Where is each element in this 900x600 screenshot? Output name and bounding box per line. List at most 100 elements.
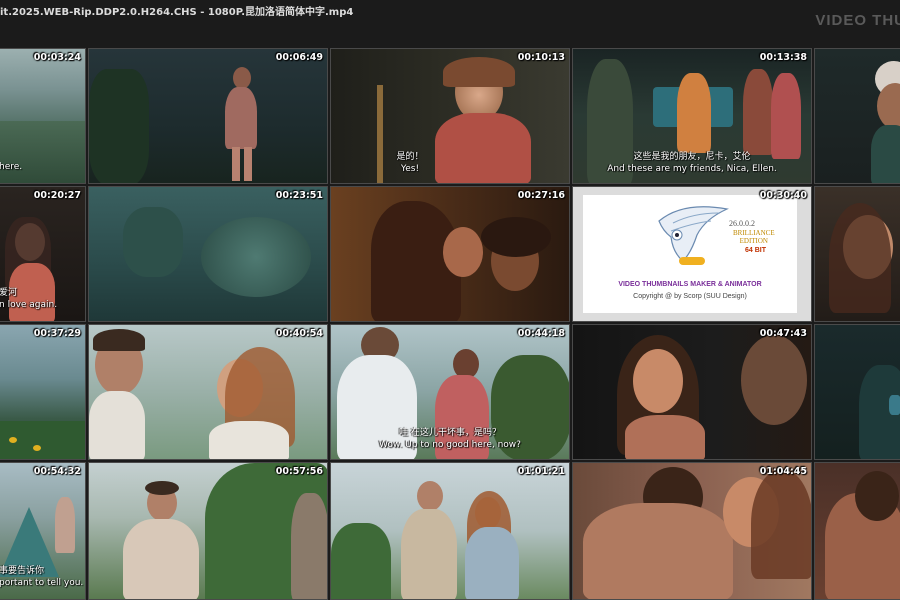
flower xyxy=(33,445,41,451)
face xyxy=(417,481,443,511)
timestamp: 00:40:54 xyxy=(275,328,323,339)
thumbnail-6[interactable]: 00:20:27 爱河 n love again. xyxy=(0,186,86,322)
subtitle: 是的！ Yes! xyxy=(331,151,569,175)
subtitle-line: And these are my friends, Nica, Ellen. xyxy=(607,164,777,174)
figure-side xyxy=(291,493,327,599)
thumbnail-9[interactable]: 26.0.0.2 BRILLIANCE EDITION 64 BIT VIDEO… xyxy=(572,186,812,322)
timestamp: 01:01:21 xyxy=(517,466,565,477)
figure-body xyxy=(225,87,257,149)
hair xyxy=(751,469,811,579)
app-title: VIDEO THUMBNAILS MAKER & ANIMATOR xyxy=(618,281,762,288)
figure-leg xyxy=(232,147,240,181)
app-edition: BRILLIANCE EDITION xyxy=(733,229,775,245)
timestamp: 00:27:16 xyxy=(517,190,565,201)
subtitle-line: portant to tell you. xyxy=(0,578,84,588)
timestamp: 00:47:43 xyxy=(759,328,807,339)
figure-right xyxy=(771,73,801,159)
figure-body xyxy=(625,415,705,459)
subtitle-line: 这些是我的朋友，尼卡，艾伦 xyxy=(633,152,751,162)
timestamp: 00:20:27 xyxy=(33,190,81,201)
figure-back xyxy=(583,503,733,599)
thumbnail-15[interactable] xyxy=(814,324,900,460)
subtitle: 这些是我的朋友，尼卡，艾伦 And these are my friends, … xyxy=(573,151,811,175)
hair xyxy=(855,471,899,521)
subtitle-line: 爱河 xyxy=(0,288,18,298)
subtitle: 爱河 n love again. xyxy=(0,287,85,311)
subtitle: here. xyxy=(0,161,85,173)
timestamp: 00:54:32 xyxy=(33,466,81,477)
app-copyright: Copyright @ by Scorp (SUU Design) xyxy=(633,293,747,300)
thumbnail-16[interactable]: 00:54:32 事要告诉你 portant to tell you. xyxy=(0,462,86,600)
app-version: 26.0.0.2 xyxy=(729,219,755,228)
flower xyxy=(9,437,17,443)
thumbnail-13[interactable]: 00:44:18 哇 在这儿干坏事，是吗？ Wow. Up to no good… xyxy=(330,324,570,460)
sheet-header: it.2025.WEB-Rip.DDP2.0.H264.CHS - 1080P.… xyxy=(0,0,900,46)
subtitle: 事要告诉你 portant to tell you. xyxy=(0,565,85,589)
timestamp: 00:06:49 xyxy=(275,52,323,63)
subtitle: 哇 在这儿干坏事，是吗？ Wow. Up to no good here, no… xyxy=(331,427,569,451)
timestamp: 00:10:13 xyxy=(517,52,565,63)
subtitle-line: Wow. Up to no good here, now? xyxy=(379,440,521,450)
thumbnail-18[interactable]: 01:01:21 xyxy=(330,462,570,600)
hillside xyxy=(0,121,85,183)
thumbnail-1[interactable]: 00:03:24 here. xyxy=(0,48,86,184)
hair xyxy=(829,203,891,313)
figure-body xyxy=(55,497,75,553)
owl-logo-icon xyxy=(658,206,729,265)
timestamp: 00:57:56 xyxy=(275,466,323,477)
thumbnail-3[interactable]: 00:10:13 是的！ Yes! xyxy=(330,48,570,184)
figure-shirt xyxy=(401,509,457,599)
figure-body xyxy=(871,125,900,183)
watermark-text: VIDEO THU xyxy=(815,12,900,29)
file-title: it.2025.WEB-Rip.DDP2.0.H264.CHS - 1080P.… xyxy=(0,7,354,18)
figure-dress xyxy=(465,527,519,599)
thumbnail-8[interactable]: 00:27:16 xyxy=(330,186,570,322)
timestamp: 00:37:29 xyxy=(33,328,81,339)
thumbnail-14[interactable]: 00:47:43 xyxy=(572,324,812,460)
subtitle-line: 是的！ xyxy=(396,152,424,162)
timestamp: 00:23:51 xyxy=(275,190,323,201)
timestamp: 00:44:18 xyxy=(517,328,565,339)
face xyxy=(741,335,807,425)
foliage xyxy=(89,69,149,183)
face xyxy=(201,217,311,297)
figure-leg xyxy=(244,147,252,181)
thumbnail-5[interactable] xyxy=(814,48,900,184)
hair xyxy=(93,329,145,351)
subtitle-line: n love again. xyxy=(0,300,58,310)
thumbnail-12[interactable]: 00:40:54 xyxy=(88,324,328,460)
figure-right xyxy=(743,69,773,155)
face xyxy=(443,227,483,277)
thumbnail-19[interactable]: 01:04:45 xyxy=(572,462,812,600)
thumbnail-2[interactable]: 00:06:49 xyxy=(88,48,328,184)
timestamp: 01:04:45 xyxy=(759,466,807,477)
subtitle-line: Yes! xyxy=(400,164,420,174)
shadow xyxy=(123,207,183,277)
app-bits: 64 BIT xyxy=(745,247,767,254)
hair xyxy=(481,217,551,257)
timestamp: 00:30:40 xyxy=(759,190,807,201)
face xyxy=(633,349,683,413)
face xyxy=(877,83,900,129)
detail xyxy=(889,395,900,415)
thumbnail-4[interactable]: 00:13:38 这些是我的朋友，尼卡，艾伦 And these are my … xyxy=(572,48,812,184)
app-logo-card: 26.0.0.2 BRILLIANCE EDITION 64 BIT VIDEO… xyxy=(583,195,797,313)
timestamp: 00:03:24 xyxy=(33,52,81,63)
timestamp: 00:13:38 xyxy=(759,52,807,63)
figure-body xyxy=(209,421,289,459)
subtitle-line: 哇 在这儿干坏事，是吗？ xyxy=(399,428,501,438)
thumbnail-17[interactable]: 00:57:56 xyxy=(88,462,328,600)
figure-center xyxy=(677,73,711,153)
hair xyxy=(145,481,179,495)
figure-shirt xyxy=(123,519,199,599)
thumbnail-20[interactable] xyxy=(814,462,900,600)
subtitle-line: here. xyxy=(0,162,23,172)
figure-head xyxy=(233,67,251,89)
figure-body xyxy=(89,391,145,459)
thumbnail-11[interactable]: 00:37:29 xyxy=(0,324,86,460)
thumbnail-10[interactable] xyxy=(814,186,900,322)
foliage xyxy=(331,523,391,599)
thumbnail-7[interactable]: 00:23:51 xyxy=(88,186,328,322)
subtitle-line: 事要告诉你 xyxy=(0,566,45,576)
hair xyxy=(443,57,515,87)
